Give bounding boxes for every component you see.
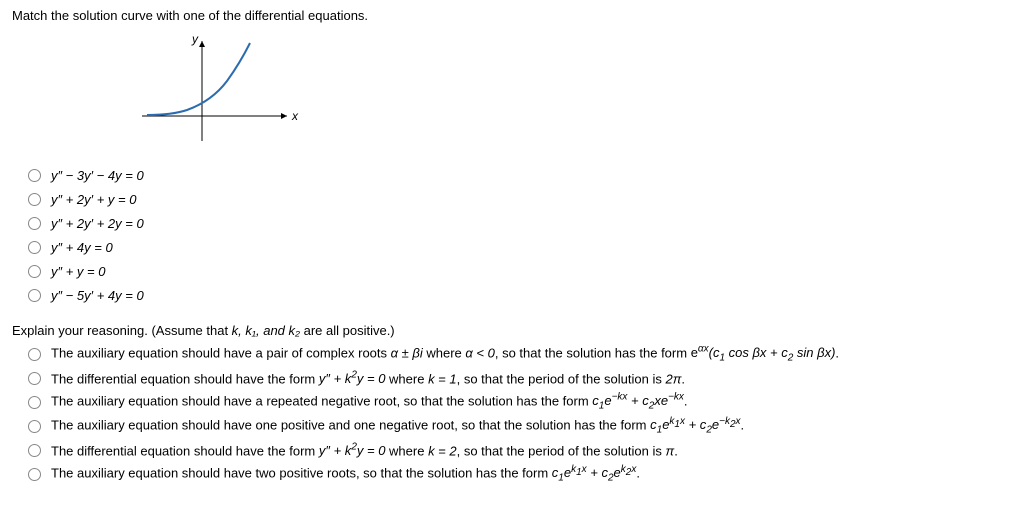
explain-vars: k, k₁, and k₂: [232, 323, 300, 338]
radio-icon: [28, 193, 41, 206]
option-2d[interactable]: The auxiliary equation should have one p…: [28, 414, 1012, 438]
option-label: The differential equation should have th…: [51, 370, 685, 386]
option-label: The auxiliary equation should have a pai…: [51, 344, 839, 364]
x-axis-label: x: [291, 109, 299, 123]
explain-post: are all positive.): [300, 323, 395, 338]
option-2f[interactable]: The auxiliary equation should have two p…: [28, 462, 1012, 486]
option-2b[interactable]: The differential equation should have th…: [28, 366, 1012, 390]
option-1f[interactable]: y″ − 5y′ + 4y = 0: [28, 283, 1012, 307]
option-label: y″ + y = 0: [51, 264, 105, 279]
radio-icon: [28, 265, 41, 278]
option-1c[interactable]: y″ + 2y′ + 2y = 0: [28, 211, 1012, 235]
option-1b[interactable]: y″ + 2y′ + y = 0: [28, 187, 1012, 211]
radio-icon: [28, 444, 41, 457]
option-1d[interactable]: y″ + 4y = 0: [28, 235, 1012, 259]
equation-options: y″ − 3y′ − 4y = 0 y″ + 2y′ + y = 0 y″ + …: [28, 163, 1012, 307]
option-2e[interactable]: The differential equation should have th…: [28, 438, 1012, 462]
option-1e[interactable]: y″ + y = 0: [28, 259, 1012, 283]
radio-icon: [28, 348, 41, 361]
option-label: The differential equation should have th…: [51, 442, 678, 458]
radio-icon: [28, 217, 41, 230]
radio-icon: [28, 420, 41, 433]
solution-curve-graph: x y: [132, 31, 1012, 151]
radio-icon: [28, 241, 41, 254]
radio-icon: [28, 396, 41, 409]
option-label: y″ + 2y′ + y = 0: [51, 192, 136, 207]
radio-icon: [28, 169, 41, 182]
option-label: y″ − 5y′ + 4y = 0: [51, 288, 144, 303]
option-label: The auxiliary equation should have two p…: [51, 464, 640, 484]
option-label: The auxiliary equation should have a rep…: [51, 392, 688, 412]
option-2c[interactable]: The auxiliary equation should have a rep…: [28, 390, 1012, 414]
radio-icon: [28, 289, 41, 302]
y-axis-label: y: [191, 32, 199, 46]
option-label: y″ − 3y′ − 4y = 0: [51, 168, 144, 183]
reasoning-options: The auxiliary equation should have a pai…: [28, 342, 1012, 486]
option-2a[interactable]: The auxiliary equation should have a pai…: [28, 342, 1012, 366]
option-1a[interactable]: y″ − 3y′ − 4y = 0: [28, 163, 1012, 187]
radio-icon: [28, 468, 41, 481]
option-label: y″ + 4y = 0: [51, 240, 113, 255]
explain-pre: Explain your reasoning. (Assume that: [12, 323, 232, 338]
option-label: The auxiliary equation should have one p…: [51, 416, 744, 436]
radio-icon: [28, 372, 41, 385]
explain-prompt: Explain your reasoning. (Assume that k, …: [12, 323, 1012, 338]
option-label: y″ + 2y′ + 2y = 0: [51, 216, 144, 231]
question-prompt: Match the solution curve with one of the…: [12, 8, 1012, 23]
